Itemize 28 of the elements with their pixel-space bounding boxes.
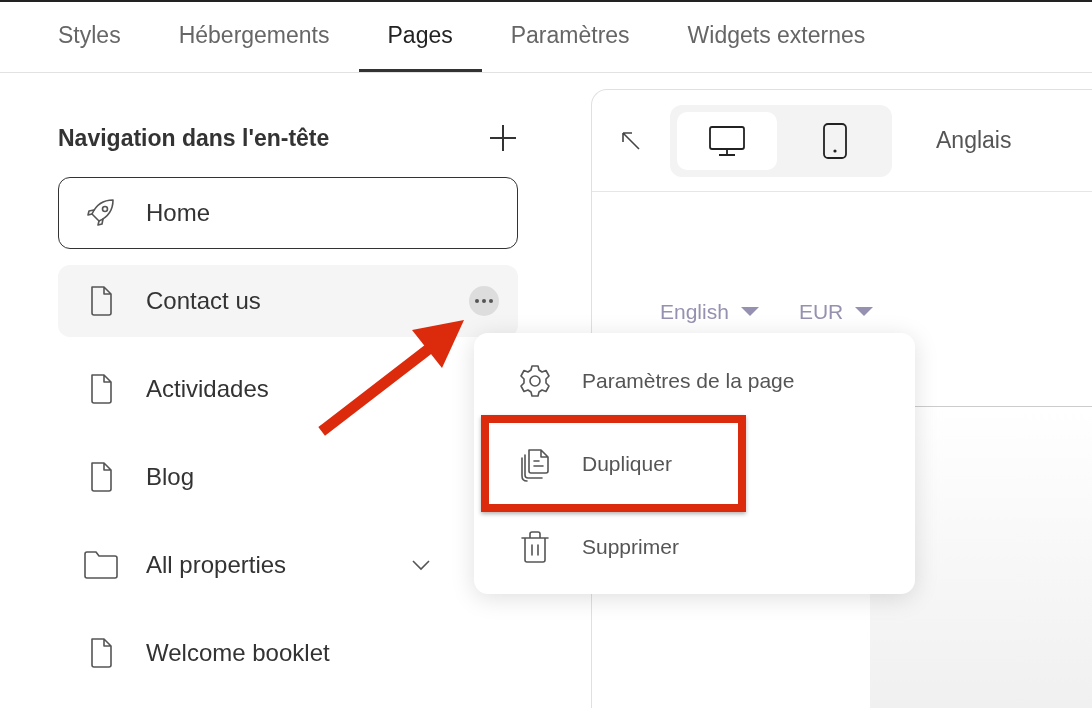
more-button[interactable] [469, 286, 499, 316]
nav-item[interactable]: Contact us [58, 265, 518, 337]
section-title: Navigation dans l'en-tête [58, 124, 330, 152]
settings-icon [517, 362, 553, 399]
folder-icon [82, 548, 120, 582]
mobile-icon [822, 121, 848, 160]
desktop-icon [708, 123, 746, 158]
nav-item[interactable]: All properties [58, 529, 518, 601]
nav-item[interactable]: Blog [58, 441, 518, 513]
menu-item[interactable]: Dupliquer [517, 433, 672, 494]
language-label[interactable]: Anglais [936, 127, 1012, 154]
tab[interactable]: Widgets externes [658, 2, 895, 72]
plus-icon[interactable] [488, 123, 518, 153]
caret-icon [740, 307, 759, 317]
menu-item[interactable]: Paramètres de la page [517, 350, 795, 411]
collapse-arrow-icon[interactable] [620, 129, 642, 152]
nav-item[interactable]: Home [58, 177, 518, 249]
caret-icon [855, 307, 874, 317]
nav-item[interactable]: Welcome booklet [58, 617, 518, 689]
more-icon [474, 298, 494, 304]
nav-item[interactable]: Actividades [58, 353, 518, 425]
menu-item[interactable]: Supprimer [517, 516, 679, 577]
tab[interactable]: Styles [29, 2, 150, 72]
device-button[interactable] [677, 111, 777, 170]
tab[interactable]: Pages [358, 2, 482, 72]
chevron-down-icon[interactable] [411, 559, 431, 571]
tab[interactable]: Paramètres [481, 2, 659, 72]
tab[interactable]: Hébergements [149, 2, 359, 72]
